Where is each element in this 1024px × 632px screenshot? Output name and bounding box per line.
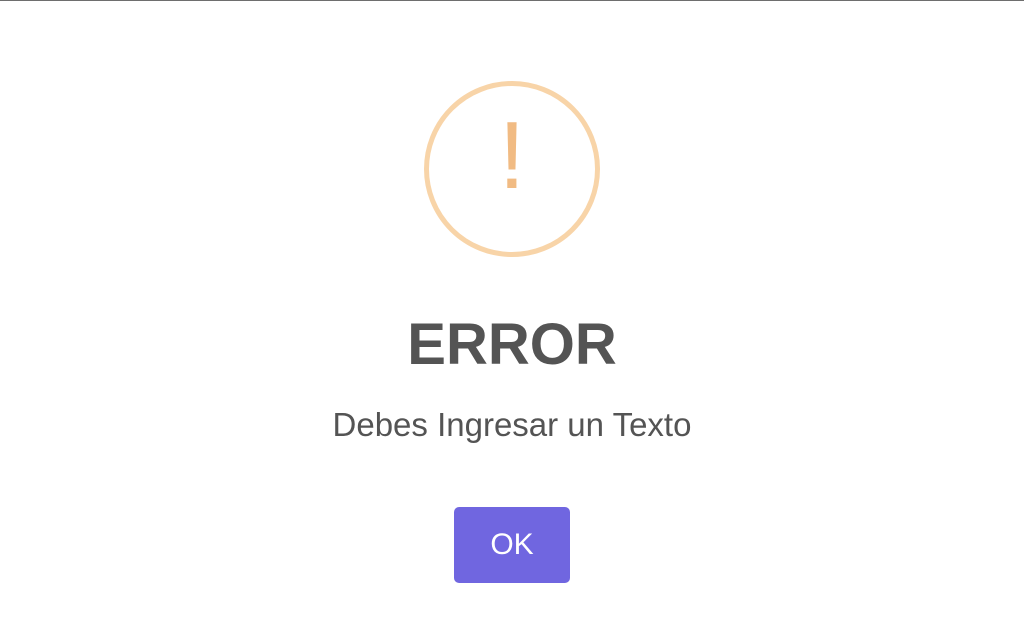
warning-icon: ! [424,81,600,257]
dialog-title: ERROR [407,312,617,377]
dialog-message: Debes Ingresar un Texto [332,406,692,443]
dialog-top-border [0,0,1024,1]
error-dialog: ! ERROR Debes Ingresar un Texto OK [0,0,1024,632]
exclamation-mark: ! [498,102,526,209]
ok-button[interactable]: OK [454,507,570,583]
